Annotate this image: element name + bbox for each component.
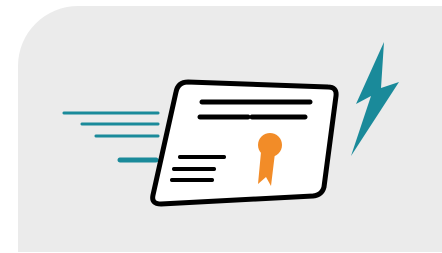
speed-lines-icon <box>62 111 160 163</box>
lightning-bolt-icon <box>351 42 399 156</box>
fast-certificate-icon <box>62 42 399 207</box>
illustration-canvas <box>0 0 442 253</box>
certificate-icon <box>150 79 339 207</box>
